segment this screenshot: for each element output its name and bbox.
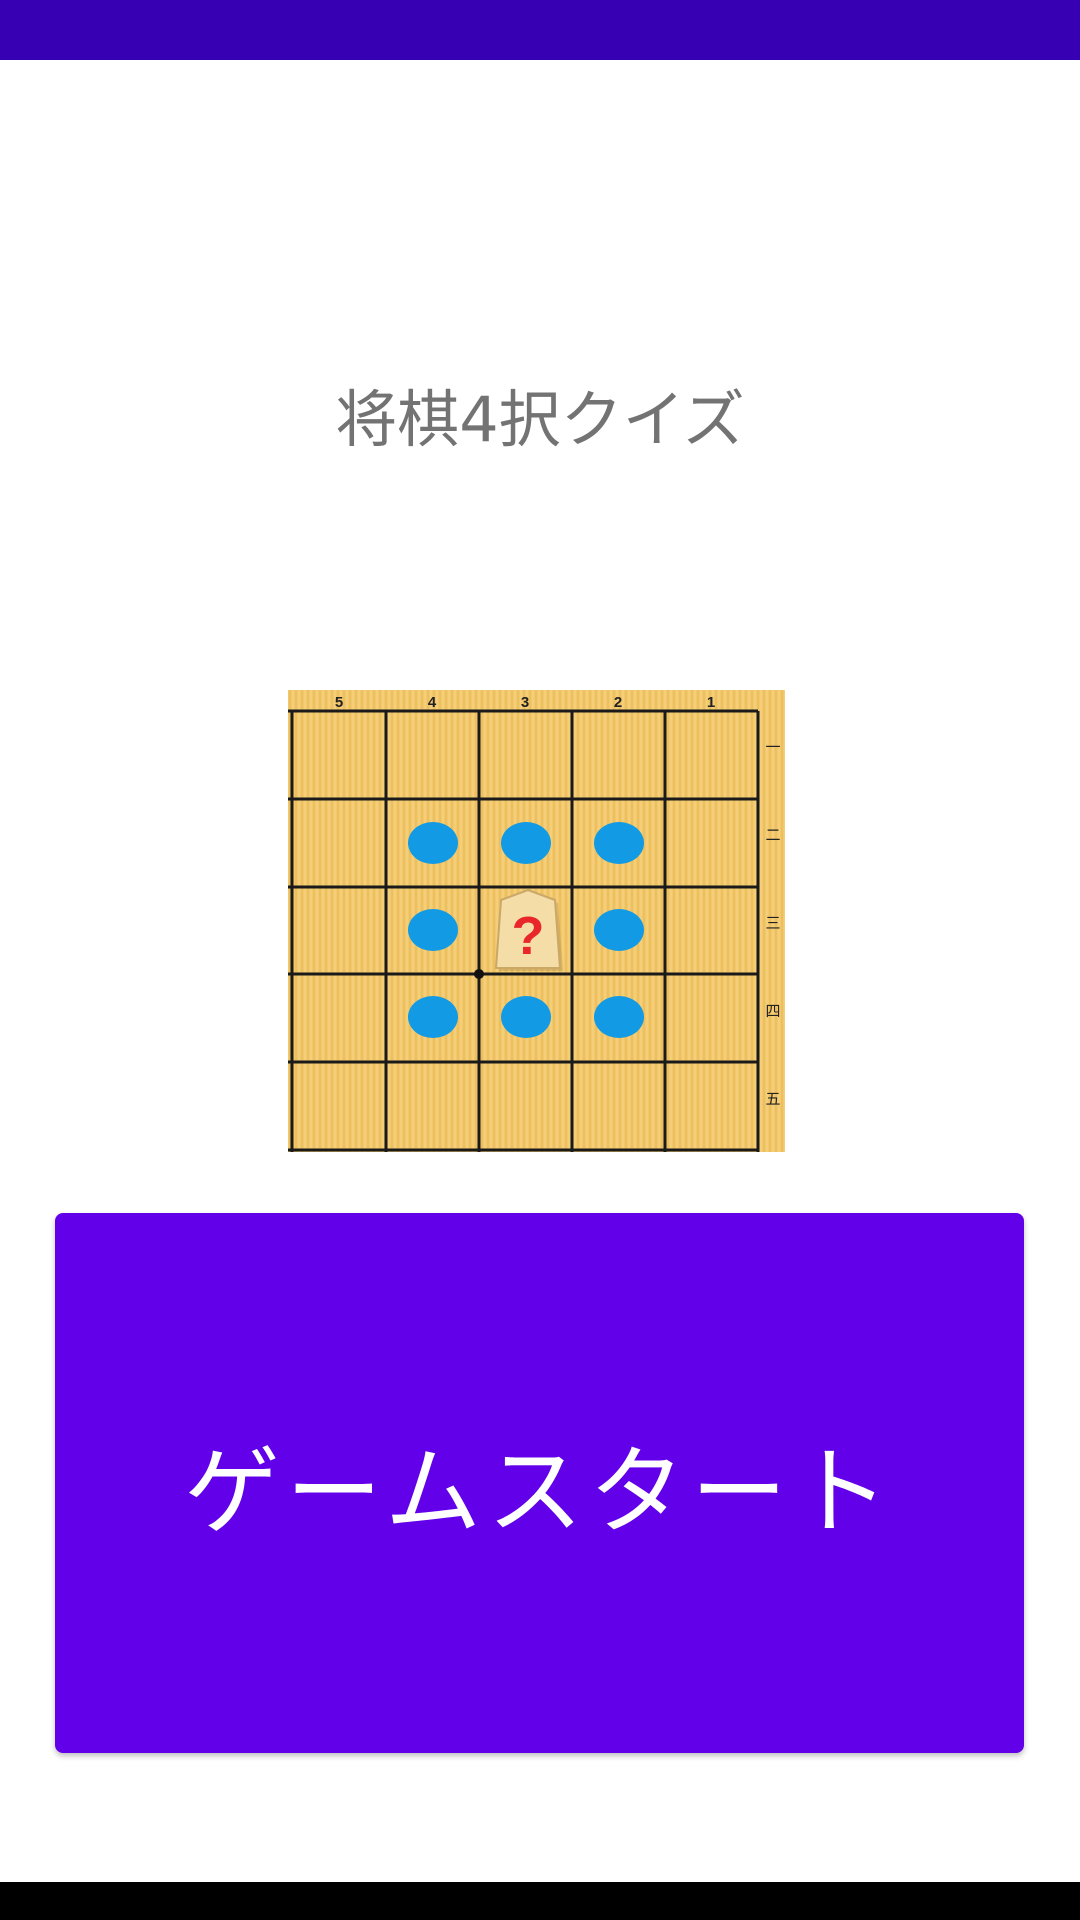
rank-label-4: 四 <box>765 1002 780 1020</box>
move-dot <box>594 822 644 864</box>
status-bar <box>0 0 1080 60</box>
move-dot <box>408 996 458 1038</box>
rank-label-2: 二 <box>765 826 780 844</box>
rank-label-1: 一 <box>765 738 780 756</box>
move-dot <box>501 822 551 864</box>
file-label-1: 1 <box>707 694 715 711</box>
board-star-point <box>474 969 484 979</box>
move-dot <box>408 822 458 864</box>
rank-label-5: 五 <box>765 1090 780 1108</box>
file-label-4: 4 <box>428 694 437 711</box>
shogi-piece: ? <box>494 888 563 971</box>
file-label-2: 2 <box>614 694 622 711</box>
move-dot <box>594 909 644 951</box>
game-start-button[interactable]: ゲームスタート <box>55 1213 1024 1753</box>
file-label-3: 3 <box>521 694 529 711</box>
move-dot <box>408 909 458 951</box>
rank-label-3: 三 <box>765 914 780 932</box>
move-dot <box>594 996 644 1038</box>
move-dot <box>501 996 551 1038</box>
app-title: 将棋4択クイズ <box>335 383 745 456</box>
file-label-5: 5 <box>335 694 343 711</box>
shogi-board-illustration: 5 4 3 2 1 一 二 三 四 五 ? <box>288 690 785 1152</box>
question-mark-icon: ? <box>512 906 545 966</box>
navigation-bar <box>0 1882 1080 1920</box>
